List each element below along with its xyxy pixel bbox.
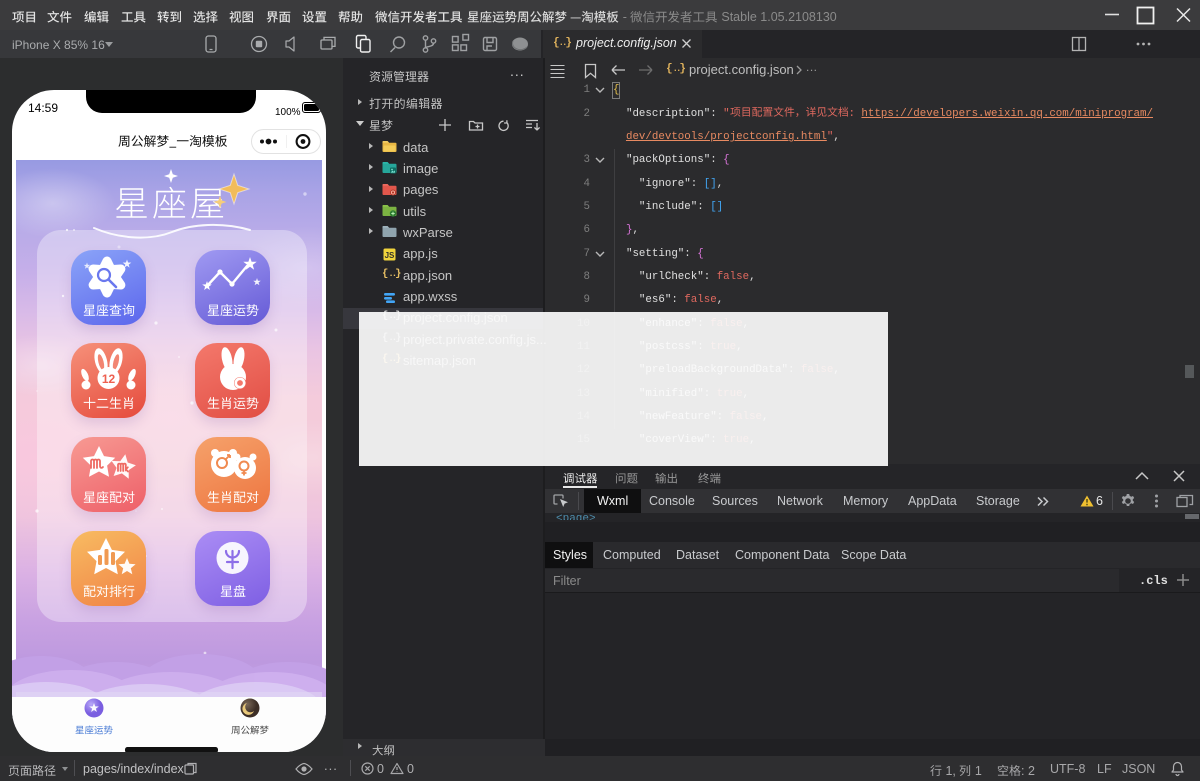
svg-text:JS: JS xyxy=(385,251,395,260)
svg-text:12: 12 xyxy=(102,372,116,386)
